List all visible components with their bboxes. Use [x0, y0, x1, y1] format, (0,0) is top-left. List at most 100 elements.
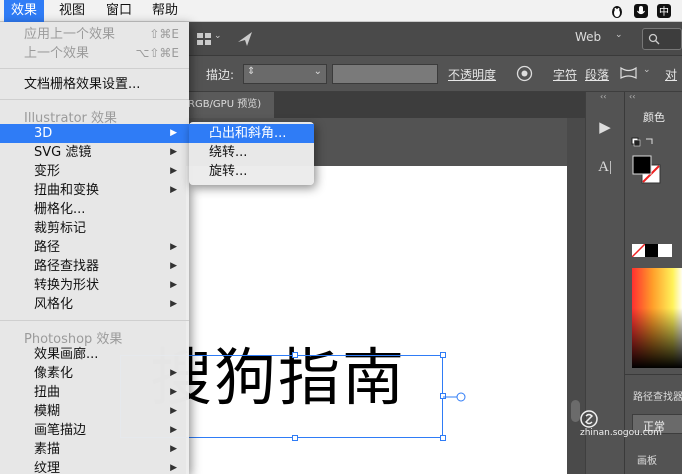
menu-item-svg-filters[interactable]: SVG 滤镜 ▶ [0, 143, 189, 162]
menu-effect[interactable]: 效果 [4, 0, 45, 22]
penguin-icon[interactable] [609, 3, 625, 19]
menu-item-pathfinder[interactable]: 路径查找器 ▶ [0, 257, 189, 276]
menu-item-label: 路径 [34, 240, 61, 255]
swap-default-colors-icon[interactable] [631, 136, 657, 148]
warp-chevron-icon[interactable]: ⌄ [643, 65, 651, 75]
selection-handle[interactable] [292, 352, 298, 358]
menu-item-label: 旋转... [209, 164, 248, 179]
panel-collapse-icon[interactable]: ‹‹ [629, 92, 635, 101]
menu-item-label: 变形 [34, 164, 61, 179]
menu-item-rotate[interactable]: 旋转... [189, 162, 314, 181]
send-gpu-icon[interactable] [236, 30, 254, 48]
collapse-arrows-icon[interactable]: ‹‹ [600, 92, 606, 101]
align-link[interactable]: 对 [665, 66, 677, 83]
submenu-arrow-icon: ▶ [170, 444, 177, 454]
menu-item-brush-strokes[interactable]: 画笔描边 ▶ [0, 421, 189, 440]
paragraph-link[interactable]: 段落 [585, 66, 609, 83]
menu-item-label: 素描 [34, 442, 61, 457]
tab-artboards[interactable]: 画板 [637, 452, 657, 467]
raster-effects-settings-label: 文档栅格效果设置... [24, 77, 141, 92]
raster-effects-settings-item[interactable]: 文档栅格效果设置... [0, 75, 189, 94]
submenu-arrow-icon: ▶ [170, 128, 177, 138]
document-tab-bar: RGB/GPU 预览) [186, 92, 586, 118]
submenu-arrow-icon: ▶ [170, 147, 177, 157]
none-black-white-swatches[interactable] [632, 244, 672, 257]
menu-item-distort-transform[interactable]: 扭曲和变换 ▶ [0, 181, 189, 200]
menu-item-label: 画笔描边 [34, 423, 87, 438]
menu-item-stylize[interactable]: 风格化 ▶ [0, 295, 189, 314]
menu-item-label: 凸出和斜角... [209, 126, 287, 141]
variable-width-profile[interactable] [332, 64, 438, 84]
fill-stroke-swatch[interactable] [631, 154, 663, 186]
pathfinder-panel-label[interactable]: 路径查找器 [633, 388, 682, 403]
opacity-link[interactable]: 不透明度 [448, 66, 496, 83]
menu-item-label: SVG 滤镜 [34, 145, 92, 160]
menu-separator [0, 99, 189, 100]
menu-window[interactable]: 窗口 [99, 0, 139, 22]
menu-item-label: 3D [34, 126, 53, 141]
effect-menu-dropdown: 应用上一个效果 ⇧⌘E 上一个效果 ⌥⇧⌘E 文档栅格效果设置... Illus… [0, 22, 189, 474]
text-overflow-port[interactable] [443, 390, 467, 404]
stepper-icon[interactable]: ⇕ [247, 66, 255, 77]
arrange-documents-icon[interactable] [196, 31, 212, 47]
stroke-weight-field[interactable]: ⇕ ⌄ [243, 64, 327, 84]
menu-separator [0, 320, 189, 321]
menu-item-convert-to-shape[interactable]: 转换为形状 ▶ [0, 276, 189, 295]
menu-item-revolve[interactable]: 绕转... [189, 143, 314, 162]
menu-item-label: 绕转... [209, 145, 248, 160]
menu-item-path[interactable]: 路径 ▶ [0, 238, 189, 257]
workspace-chevron-icon[interactable]: ⌄ [615, 30, 623, 40]
chevron-down-icon[interactable]: ⌄ [214, 31, 222, 41]
selection-handle[interactable] [292, 435, 298, 441]
menu-item-distort[interactable]: 扭曲 ▶ [0, 383, 189, 402]
submenu-arrow-icon: ▶ [170, 261, 177, 271]
color-spectrum[interactable] [632, 268, 682, 368]
workspace-switcher[interactable]: Web [575, 30, 601, 44]
menu-item-label: 栅格化... [34, 202, 86, 217]
last-effect-shortcut: ⌥⇧⌘E [135, 46, 179, 60]
microphone-icon[interactable] [633, 3, 649, 19]
character-link[interactable]: 字符 [553, 66, 577, 83]
search-input[interactable] [642, 28, 682, 50]
menu-item-label: 转换为形状 [34, 278, 100, 293]
menu-item-label: 扭曲和变换 [34, 183, 100, 198]
watermark-url: zhinan.sogou.com [580, 428, 662, 438]
selection-handle[interactable] [440, 352, 446, 358]
keyboard-input-icon[interactable]: 中 [656, 3, 672, 19]
menu-separator [0, 68, 189, 69]
menu-item-extrude-bevel[interactable]: 凸出和斜角... [189, 124, 314, 143]
menu-item-rasterize[interactable]: 栅格化... [0, 200, 189, 219]
menu-item-warp[interactable]: 变形 ▶ [0, 162, 189, 181]
menu-item-label: 裁剪标记 [34, 221, 87, 236]
menu-item-crop-marks[interactable]: 裁剪标记 [0, 219, 189, 238]
menu-item-pixelate[interactable]: 像素化 ▶ [0, 364, 189, 383]
sogou-logo-icon [580, 410, 598, 428]
svg-text:中: 中 [659, 5, 669, 18]
menu-view[interactable]: 视图 [52, 0, 92, 22]
menu-item-label: 像素化 [34, 366, 74, 381]
menu-help[interactable]: 帮助 [145, 0, 185, 22]
submenu-arrow-icon: ▶ [170, 185, 177, 195]
scrollbar-thumb[interactable] [571, 400, 580, 422]
menu-item-3d[interactable]: 3D ▶ [0, 124, 189, 143]
menu-item-label: 模糊 [34, 404, 61, 419]
submenu-arrow-icon: ▶ [170, 368, 177, 378]
envelope-warp-icon[interactable] [620, 65, 637, 81]
play-action-icon[interactable]: ▶ [592, 114, 618, 140]
submenu-arrow-icon: ▶ [170, 280, 177, 290]
apply-last-effect-shortcut: ⇧⌘E [149, 27, 179, 41]
menu-item-texture[interactable]: 纹理 ▶ [0, 459, 189, 474]
menu-item-effect-gallery[interactable]: 效果画廊... [0, 345, 189, 364]
mac-menubar: 效果 视图 窗口 帮助 中 [0, 0, 682, 22]
menu-item-sketch[interactable]: 素描 ▶ [0, 440, 189, 459]
recolor-artwork-icon[interactable] [516, 65, 533, 82]
apply-last-effect-label: 应用上一个效果 [24, 27, 116, 42]
document-tab[interactable]: RGB/GPU 预览) [186, 92, 274, 118]
menu-item-blur[interactable]: 模糊 ▶ [0, 402, 189, 421]
color-panel: ‹‹ ◆ 颜色 路径查找器 正常 画板 [624, 92, 682, 474]
selection-handle[interactable] [440, 435, 446, 441]
stroke-dropdown-icon[interactable]: ⌄ [314, 66, 322, 77]
menu-item-label: 效果画廊... [34, 347, 99, 362]
character-panel-icon[interactable]: A| [592, 154, 618, 180]
tab-color[interactable]: 颜色 [625, 108, 665, 128]
